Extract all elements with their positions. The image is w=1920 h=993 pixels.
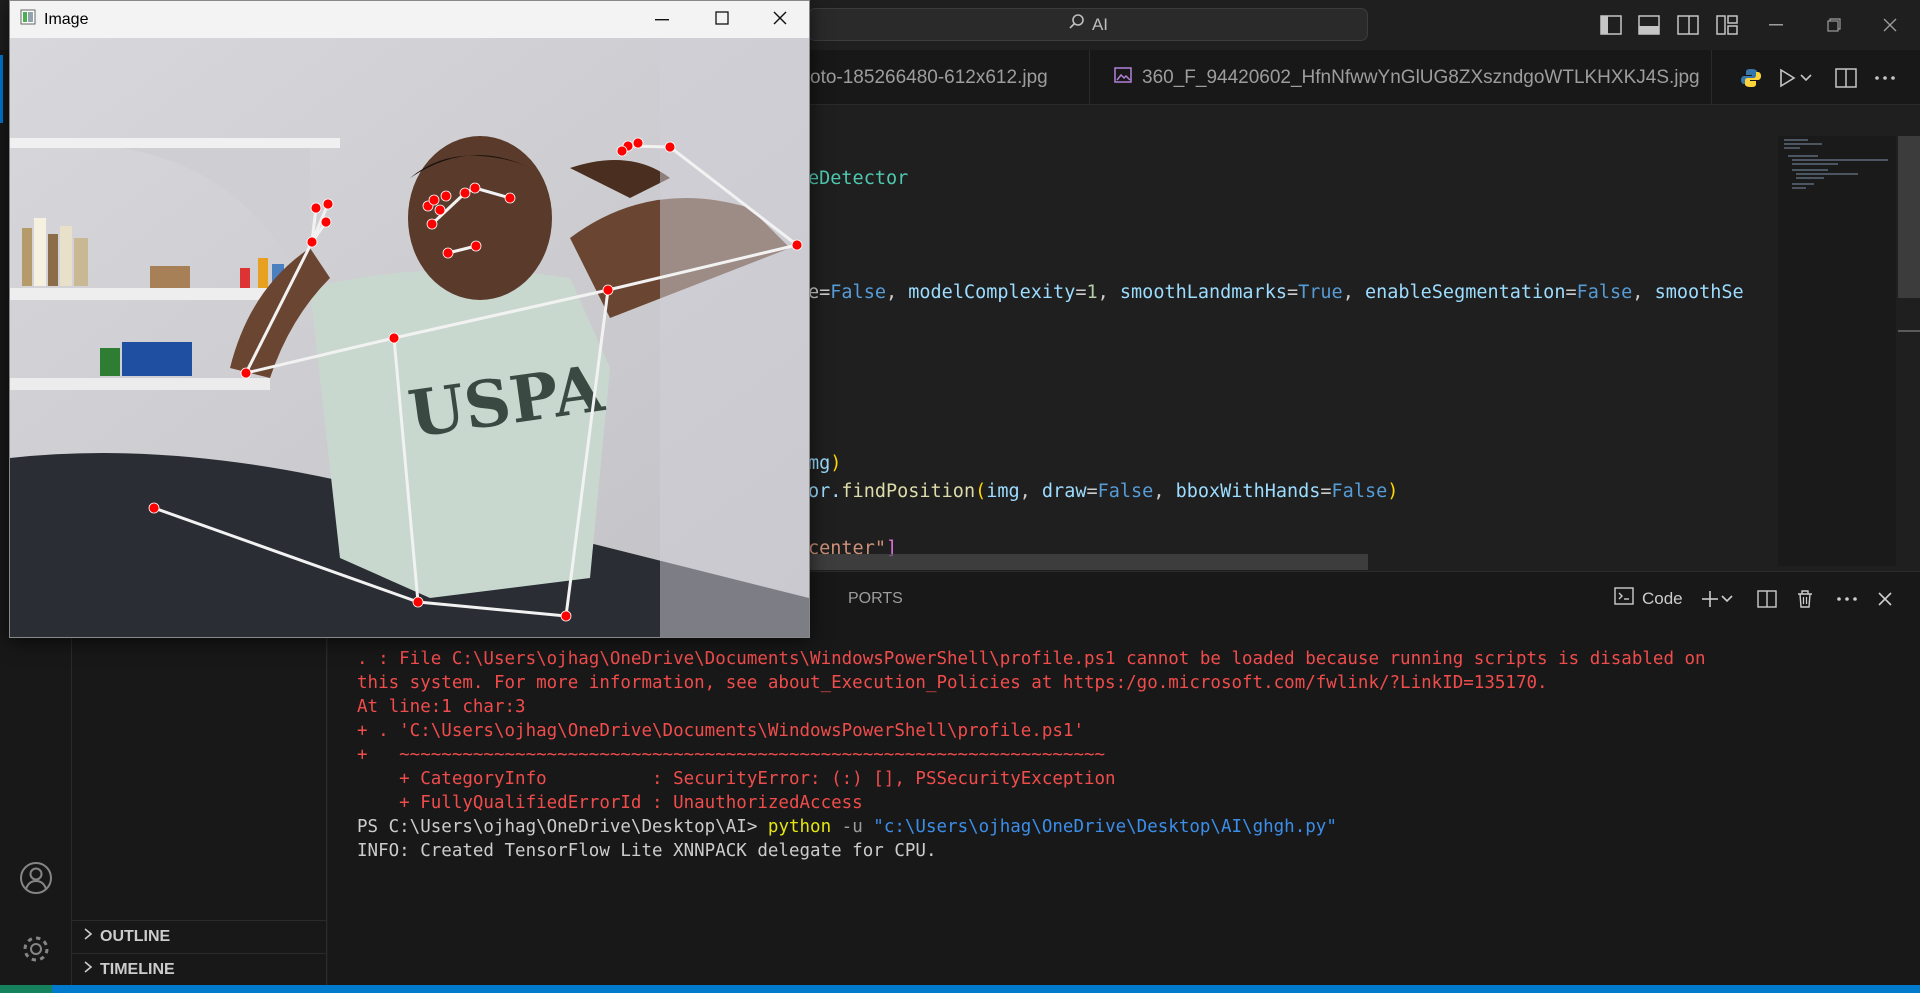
webcam-frame: USPA (10, 38, 809, 637)
run-icon[interactable] (1774, 65, 1800, 91)
terminal-icon (1614, 587, 1634, 610)
timeline-label: TIMELINE (100, 960, 175, 978)
chevron-right-icon (82, 960, 94, 979)
pose-detection-image: USPA (10, 38, 809, 637)
terminal-line: INFO: Created TensorFlow Lite XNNPACK de… (357, 841, 937, 861)
horizontal-scrollbar[interactable] (808, 554, 1368, 570)
minimap[interactable] (1778, 136, 1896, 566)
search-text: AI (1091, 14, 1109, 34)
close-icon[interactable] (773, 11, 787, 30)
status-bar (0, 985, 1920, 993)
scrollbar-marker (1898, 330, 1920, 332)
code-line: or.findPosition(img, draw=False, bboxWit… (808, 481, 1399, 502)
tab-image-2[interactable]: 360_F_94420602_HfnNfwwYnGlUG8ZXszndgoWTL… (1092, 50, 1712, 105)
more-actions-icon[interactable] (1872, 65, 1898, 91)
terminal-line: + ~~~~~~~~~~~~~~~~~~~~~~~~~~~~~~~~~~~~~~… (357, 745, 1106, 765)
minimize-icon[interactable] (655, 10, 669, 33)
command-center-search[interactable]: AI (808, 8, 1368, 41)
terminal-line: + FullyQualifiedErrorId : UnauthorizedAc… (357, 793, 863, 813)
maximize-icon[interactable] (715, 11, 729, 30)
python-icon[interactable] (1738, 65, 1764, 91)
restore-icon[interactable] (1814, 10, 1854, 40)
outline-label: OUTLINE (100, 927, 171, 945)
terminal-name: Code (1642, 588, 1683, 608)
image-window-titlebar[interactable]: Image (10, 1, 809, 38)
minimize-icon[interactable] (1756, 10, 1796, 40)
split-terminal-icon[interactable] (1754, 586, 1780, 612)
panel-more-actions-icon[interactable] (1834, 586, 1860, 612)
terminal-command-line: PS C:\Users\ojhag\OneDrive\Desktop\AI> p… (357, 817, 1337, 837)
code-line: eDetector (808, 168, 909, 189)
terminal-line: this system. For more information, see a… (357, 673, 1548, 693)
search-icon (1068, 13, 1086, 36)
outline-section-header[interactable]: OUTLINE (72, 920, 327, 952)
tab-label: 360_F_94420602_HfnNfwwYnGlUG8ZXszndgoWTL… (1142, 66, 1700, 88)
image-window-title: Image (44, 10, 89, 28)
split-editor-icon[interactable] (1833, 65, 1859, 91)
terminal-dropdown-chevron-icon[interactable] (1720, 586, 1734, 612)
tab-image-1[interactable]: oto-185266480-612x612.jpg (800, 50, 1090, 105)
terminal-line: + CategoryInfo : SecurityError: (:) [], … (357, 769, 1116, 789)
tab-ports[interactable]: PORTS (848, 590, 903, 608)
customize-layout-icon[interactable] (1714, 12, 1740, 38)
toggle-secondary-sidebar-icon[interactable] (1675, 12, 1701, 38)
image-file-icon (1114, 66, 1132, 89)
terminal-line: . : File C:\Users\ojhag\OneDrive\Documen… (357, 649, 1706, 669)
vertical-scrollbar-thumb[interactable] (1898, 136, 1920, 298)
manage-gear-icon[interactable] (14, 927, 58, 971)
run-dropdown-chevron-icon[interactable] (1799, 65, 1813, 91)
terminal-line: + . 'C:\Users\ojhag\OneDrive\Documents\W… (357, 721, 1084, 741)
terminal-selector[interactable]: Code (1614, 587, 1683, 610)
tab-label: oto-185266480-612x612.jpg (810, 66, 1048, 88)
close-window-icon[interactable] (1870, 10, 1910, 40)
active-view-indicator (0, 55, 3, 123)
app-icon (20, 9, 36, 30)
toggle-primary-sidebar-icon[interactable] (1598, 12, 1624, 38)
kill-terminal-trash-icon[interactable] (1792, 586, 1818, 612)
chevron-right-icon (82, 927, 94, 946)
timeline-section-header[interactable]: TIMELINE (72, 953, 327, 985)
accounts-icon[interactable] (14, 856, 58, 900)
image-window[interactable]: Image USPA (9, 0, 810, 638)
close-panel-icon[interactable] (1872, 586, 1898, 612)
code-line: e=False, modelComplexity=1, smoothLandma… (808, 282, 1744, 303)
code-line: mg) (808, 453, 842, 474)
toggle-panel-icon[interactable] (1636, 12, 1662, 38)
remote-indicator[interactable] (0, 985, 52, 993)
terminal-line: At line:1 char:3 (357, 697, 526, 717)
